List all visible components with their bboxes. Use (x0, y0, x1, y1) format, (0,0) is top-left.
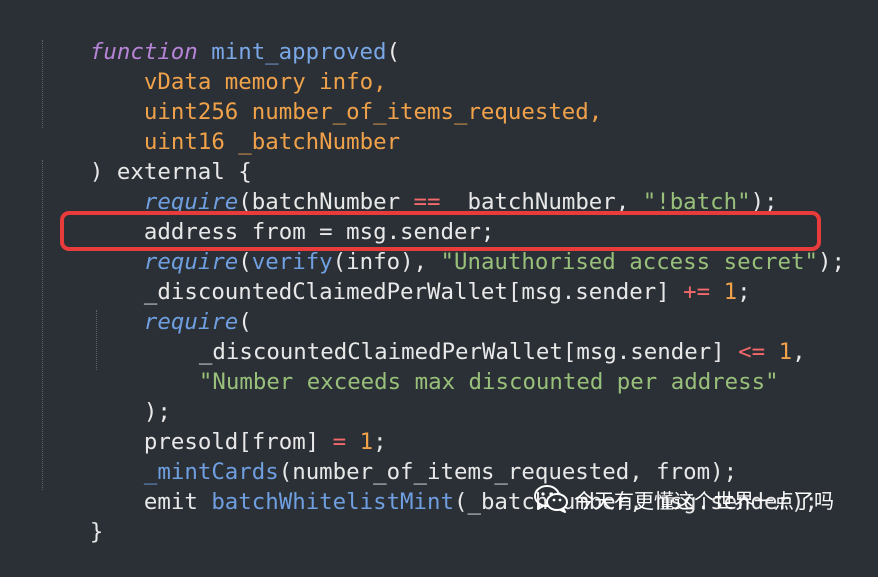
code-line-2: vData memory info, (90, 37, 387, 95)
wechat-icon (534, 485, 568, 513)
code-line-4: uint16 _batchNumber (90, 97, 400, 155)
event-name: batchWhitelistMint (211, 489, 454, 515)
code-editor: function mint_approved( vData memory inf… (0, 0, 878, 545)
code-line-11: _discountedClaimedPerWallet[msg.sender] … (198, 339, 806, 365)
watermark: 今天有更懂这个世界一点了吗 (534, 484, 834, 514)
code-line-3: uint256 number_of_items_requested, (90, 67, 602, 125)
watermark-text: 今天有更懂这个世界一点了吗 (574, 488, 834, 513)
highlight-box (60, 211, 821, 251)
code-line-10: require( (143, 309, 252, 335)
code-line-5: ) external { (36, 127, 252, 185)
code-line-16: emit batchWhitelistMint(_batchNumber, ms… (143, 489, 818, 515)
code-line-17: } (89, 519, 104, 545)
code-line-13: ); (143, 399, 171, 425)
string-literal: "Number exceeds max discounted per addre… (198, 369, 779, 395)
code-line-6: require(batchNumber == _batchNumber, "!b… (143, 189, 778, 215)
code-line-9: _discountedClaimedPerWallet[msg.sender] … (143, 279, 751, 305)
code-line-15: _mintCards(number_of_items_requested, fr… (143, 459, 738, 485)
code-line-1: function mint_approved( (89, 39, 400, 65)
code-line-14: presold[from] = 1; (143, 429, 387, 455)
code-line-12: "Number exceeds max discounted per addre… (145, 337, 779, 395)
